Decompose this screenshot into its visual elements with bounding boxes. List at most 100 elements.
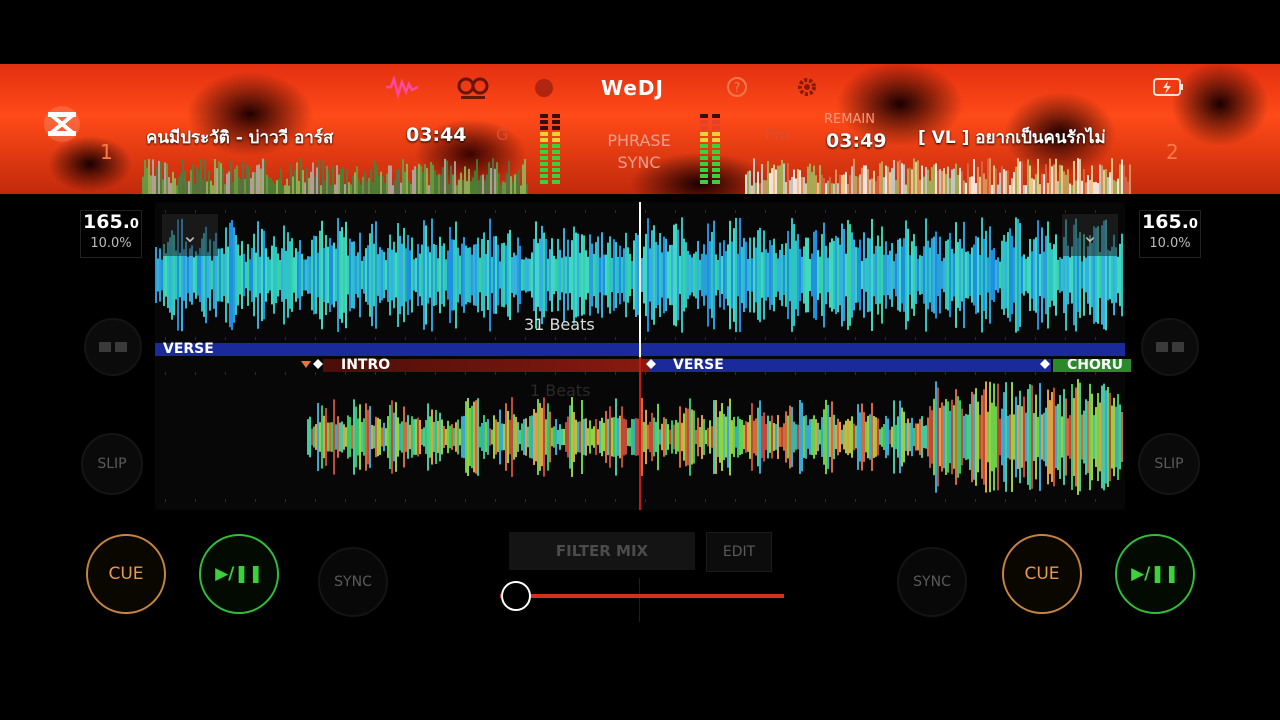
vu-segment: [552, 174, 560, 178]
vu-segment: [700, 150, 708, 154]
battery-icon: [1152, 76, 1186, 102]
deck1-playhead: [639, 202, 641, 357]
deck2-bpm: 165.: [1142, 211, 1189, 233]
brand-title: WeDJ: [601, 76, 664, 100]
phrase-sync-button[interactable]: PHRASE SYNC: [598, 130, 680, 174]
deck2-bpm-display[interactable]: 165.0 10.0%: [1139, 210, 1201, 258]
vu-segment: [552, 114, 560, 118]
edit-button[interactable]: EDIT: [706, 532, 772, 572]
loop-icon: [99, 342, 127, 352]
deck1-time: 03:44: [406, 124, 467, 146]
vu-segment: [540, 180, 548, 184]
deck2-sync-button[interactable]: SYNC: [897, 547, 967, 617]
vu-segment: [540, 174, 548, 178]
deck1-track-title[interactable]: คนมีประวัติ - บ่าววี อาร์ส: [146, 124, 362, 151]
svg-text:?: ?: [734, 81, 741, 96]
filter-mix-button[interactable]: FILTER MIX: [509, 532, 695, 570]
vu-segment: [552, 126, 560, 130]
vu-segment: [712, 168, 720, 172]
vu-segment: [712, 120, 720, 124]
settings-icon[interactable]: [796, 76, 818, 102]
vu-segment: [712, 138, 720, 142]
deck2-overview-waveform[interactable]: [745, 154, 1131, 194]
deck2-bpm-decimal: 0: [1188, 217, 1198, 232]
deck1-bpm-display[interactable]: 165.0 10.0%: [80, 210, 142, 258]
chorus-diamond: [1040, 359, 1050, 369]
crossfader-track[interactable]: [500, 594, 784, 598]
vu-column: [540, 114, 548, 184]
deck1-loop-button[interactable]: [84, 318, 142, 376]
help-icon[interactable]: ?: [726, 76, 748, 102]
deck2-number: 2: [1166, 140, 1179, 164]
vu-segment: [540, 144, 548, 148]
deck1-bpm: 165.: [83, 211, 130, 233]
deck1-collapse-chevron-icon[interactable]: ⌄: [162, 214, 218, 256]
vu-segment: [552, 150, 560, 154]
vu-segment: [540, 138, 548, 142]
vu-segment: [700, 162, 708, 166]
deck2-beats-label: 1 Beats: [530, 381, 591, 400]
waveform-icon[interactable]: [385, 74, 419, 102]
deck1-key: G: [496, 125, 509, 144]
deck2-pitch: 10.0%: [1149, 236, 1191, 251]
deck1-cue-button[interactable]: CUE: [86, 534, 166, 614]
remain-label: REMAIN: [824, 112, 875, 127]
deck2-loop-button[interactable]: [1141, 318, 1199, 376]
headphones-icon[interactable]: [456, 74, 490, 104]
deck2-key: Fm: [765, 125, 790, 144]
deck1-sync-button[interactable]: SYNC: [318, 547, 388, 617]
crossfader-knob[interactable]: [501, 581, 532, 611]
vu-column: [712, 114, 720, 184]
vu-segment: [552, 168, 560, 172]
vu-segment: [712, 156, 720, 160]
deck2-play-pause-button[interactable]: ▶/❚❚: [1115, 534, 1195, 614]
vu-segment: [540, 156, 548, 160]
deck2-slip-button[interactable]: SLIP: [1138, 433, 1200, 495]
vu-segment: [540, 126, 548, 130]
record-icon[interactable]: [534, 78, 554, 102]
vu-segment: [712, 126, 720, 130]
deck2-collapse-chevron-icon[interactable]: ⌄: [1062, 214, 1118, 256]
deck1-bpm-decimal: 0: [129, 217, 139, 232]
deck1-overview-waveform[interactable]: [142, 154, 528, 194]
vu-segment: [552, 138, 560, 142]
vu-segment: [552, 180, 560, 184]
vu-segment: [540, 162, 548, 166]
vu-column: [700, 114, 708, 184]
vu-segment: [712, 174, 720, 178]
vu-segment: [552, 120, 560, 124]
vu-segment: [700, 174, 708, 178]
vu-segment: [700, 156, 708, 160]
crossfader-center-mark: [639, 578, 640, 622]
vu-segment: [552, 156, 560, 160]
deck2-track-title[interactable]: [ VL ] อยากเป็นคนรักไม่: [918, 124, 1128, 151]
deck1-number: 1: [100, 140, 113, 164]
vu-segment: [540, 132, 548, 136]
vu-segment: [552, 162, 560, 166]
app-logo-icon[interactable]: [40, 104, 84, 144]
phrase-sync-line2: SYNC: [617, 153, 661, 172]
intro-diamond: [313, 359, 323, 369]
vu-segment: [700, 180, 708, 184]
vu-segment: [700, 120, 708, 124]
vu-segment: [712, 162, 720, 166]
intro-marker: [301, 361, 311, 368]
loop-icon: [1156, 342, 1184, 352]
deck1-beats-label: 31 Beats: [524, 315, 595, 334]
vu-segment: [700, 126, 708, 130]
top-header: 1 2 WeDJ ? คนมีประวัติ - บ่าววี อาร์ส 03…: [0, 64, 1280, 194]
deck1-pitch: 10.0%: [90, 236, 132, 251]
deck2-cue-button[interactable]: CUE: [1002, 534, 1082, 614]
deck1-slip-button[interactable]: SLIP: [81, 433, 143, 495]
deck2-playhead: [639, 357, 641, 510]
vu-segment: [712, 150, 720, 154]
vu-segment: [712, 144, 720, 148]
vu-segment: [540, 150, 548, 154]
waveform-area[interactable]: 31 Beats 1 Beats VERSE INTRO VERSE CHORU: [155, 202, 1131, 510]
deck2-time: 03:49: [826, 130, 887, 152]
vu-segment: [712, 132, 720, 136]
vu-segment: [552, 132, 560, 136]
deck1-play-pause-button[interactable]: ▶/❚❚: [199, 534, 279, 614]
vu-segment: [712, 180, 720, 184]
verse-diamond: [646, 359, 656, 369]
